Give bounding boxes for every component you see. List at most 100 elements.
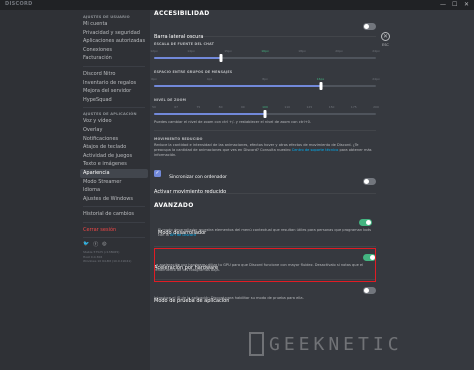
- slider-tick-label[interactable]: 14px: [187, 49, 195, 53]
- sidebar-item-text-images[interactable]: Texto e imágenes: [80, 160, 148, 169]
- slider-tick-label[interactable]: 110: [284, 105, 290, 109]
- maximize-button[interactable]: ☐: [452, 1, 457, 8]
- sidebar-divider: [83, 107, 145, 109]
- sidebar-divider: [83, 237, 145, 239]
- slider-tick-label[interactable]: 75: [196, 105, 200, 109]
- sidebar-item-privacy[interactable]: Privacidad y seguridad: [80, 29, 148, 38]
- slider-thumb[interactable]: [263, 110, 267, 118]
- sidebar-item-my-account[interactable]: Mi cuenta: [80, 20, 148, 29]
- toggle-knob: [364, 179, 369, 184]
- slider-thumb[interactable]: [319, 82, 322, 90]
- slider-tick-label[interactable]: 24px: [372, 49, 380, 53]
- title-bar: DISCORD — ☐ ✕: [0, 0, 474, 10]
- twitter-icon[interactable]: 🐦: [83, 241, 89, 248]
- slider-fill: [154, 85, 321, 87]
- slider-fill: [154, 57, 221, 59]
- accessibility-heading: ACCESIBILIDAD: [154, 10, 210, 17]
- sidebar-divider: [83, 206, 145, 208]
- slider-tick-label[interactable]: 100: [262, 105, 268, 109]
- reduced-motion-description: Reduce la cantidad e intensidad de las a…: [154, 143, 376, 158]
- version-info: Stable 57525 (c138065) Host 0.0.306 Wind…: [80, 250, 148, 263]
- dev-mode-toggle[interactable]: [359, 219, 372, 226]
- slider-tick-label[interactable]: 16px: [317, 77, 325, 81]
- chat-font-slider[interactable]: 12px 14px 15px 16px 18px 20px 24px: [150, 49, 380, 63]
- slider-tick-label[interactable]: 20px: [335, 49, 343, 53]
- reduced-motion-toggle[interactable]: [363, 178, 376, 185]
- settings-content: ACCESIBILIDAD Barra lateral oscura ESCAL…: [150, 10, 474, 370]
- zoom-slider[interactable]: 50 67 75 80 90 100 110 125 150 175 200: [152, 105, 379, 119]
- slider-tick-label[interactable]: 12px: [150, 49, 158, 53]
- sync-computer-checkbox[interactable]: ✓: [154, 170, 161, 177]
- sidebar-item-overlay[interactable]: Overlay: [80, 126, 148, 135]
- sidebar-divider: [83, 65, 145, 67]
- slider-tick-label[interactable]: 80: [219, 105, 223, 109]
- watermark: GEEKNETIC: [249, 331, 469, 357]
- app-brand: DISCORD: [5, 1, 33, 7]
- watermark-text: GEEKNETIC: [269, 333, 403, 355]
- sidebar-item-gift-inventory[interactable]: Inventario de regalos: [80, 79, 148, 88]
- slider-tick-label[interactable]: 8px: [262, 77, 268, 81]
- slider-tick-label[interactable]: 150: [329, 105, 335, 109]
- slider-ticks: 12px 14px 15px 16px 18px 20px 24px: [150, 49, 380, 54]
- slider-tick-label[interactable]: 125: [307, 105, 313, 109]
- divider: [154, 246, 376, 247]
- group-spacing-label: ESPACIO ENTRE GRUPOS DE MENSAJES: [154, 70, 233, 74]
- minimize-button[interactable]: —: [440, 1, 446, 8]
- dark-sidebar-toggle[interactable]: [363, 23, 376, 30]
- sidebar-item-keybinds[interactable]: Atajos de teclado: [80, 143, 148, 152]
- zoom-hint: Puedes cambiar el nivel de zoom con ctrl…: [154, 120, 312, 124]
- sidebar-item-windows-settings[interactable]: Ajustes de Windows: [80, 195, 148, 204]
- settings-sidebar: AJUSTES DE USUARIO Mi cuenta Privacidad …: [0, 10, 150, 370]
- support-center-link[interactable]: Centro de soporte técnico: [292, 148, 339, 152]
- esc-label: ESC: [382, 43, 389, 47]
- close-window-button[interactable]: ✕: [464, 1, 469, 8]
- slider-tick-label[interactable]: 90: [241, 105, 245, 109]
- app-test-toggle[interactable]: [363, 287, 376, 294]
- sidebar-item-changelog[interactable]: Historial de cambios: [80, 210, 148, 219]
- sidebar-item-streamer-mode[interactable]: Modo Streamer: [80, 178, 148, 187]
- slider-tick-label[interactable]: 67: [174, 105, 178, 109]
- sidebar-divider: [83, 221, 145, 223]
- slider-tick-label[interactable]: 15px: [224, 49, 232, 53]
- sidebar-item-voice-video[interactable]: Voz y vídeo: [80, 117, 148, 126]
- toggle-knob: [366, 220, 371, 225]
- slider-track[interactable]: [154, 57, 376, 59]
- slider-tick-label[interactable]: 18px: [298, 49, 306, 53]
- slider-tick-label[interactable]: 0px: [151, 77, 157, 81]
- sidebar-item-nitro[interactable]: Discord Nitro: [80, 70, 148, 79]
- toggle-knob: [364, 24, 369, 29]
- slider-tick-label[interactable]: 24px: [372, 77, 380, 81]
- slider-thumb[interactable]: [219, 54, 223, 62]
- logout-button[interactable]: Cerrar sesión: [80, 226, 148, 235]
- divider: [154, 130, 376, 131]
- chat-font-label: ESCALA DE FUENTE DEL CHAT: [154, 42, 215, 46]
- slider-tick-label[interactable]: 200: [373, 105, 379, 109]
- slider-tick-label[interactable]: 16px: [261, 49, 269, 53]
- version-line: Windows 10 64-Bit (10.0.19041): [83, 258, 132, 263]
- sidebar-item-language[interactable]: Idioma: [80, 186, 148, 195]
- sidebar-item-connections[interactable]: Conexiones: [80, 46, 148, 55]
- slider-tick-label[interactable]: 4px: [207, 77, 213, 81]
- facebook-icon[interactable]: ⓕ: [93, 241, 98, 248]
- group-spacing-slider[interactable]: 0px 4px 8px 16px 24px: [151, 77, 380, 91]
- slider-fill: [154, 113, 265, 115]
- zoom-label: NIVEL DE ZOOM: [154, 98, 187, 102]
- sync-computer-row: ✓ Sincronizar con ordenador: [154, 163, 376, 180]
- reduced-motion-toggle-label: Activar movimiento reducido: [154, 189, 227, 195]
- slider-track[interactable]: [154, 85, 376, 87]
- sidebar-item-notifications[interactable]: Notificaciones: [80, 135, 148, 144]
- instagram-icon[interactable]: ◎: [102, 241, 106, 248]
- slider-tick-label[interactable]: 50: [152, 105, 156, 109]
- toggle-knob: [364, 288, 369, 293]
- sidebar-item-billing[interactable]: Facturación: [80, 54, 148, 63]
- sidebar-item-appearance[interactable]: Apariencia: [80, 168, 148, 178]
- watermark-logo-icon: [249, 332, 264, 356]
- slider-tick-label[interactable]: 175: [351, 105, 357, 109]
- close-settings-button[interactable]: ✕: [381, 32, 390, 41]
- sidebar-item-hypesquad[interactable]: HypeSquad: [80, 96, 148, 105]
- dark-sidebar-label: Barra lateral oscura: [154, 34, 204, 40]
- sidebar-item-server-boost[interactable]: Mejora del servidor: [80, 87, 148, 96]
- advanced-heading: AVANZADO: [154, 202, 194, 209]
- sidebar-item-game-activity[interactable]: Actividad de juegos: [80, 152, 148, 161]
- sidebar-item-authorized-apps[interactable]: Aplicaciones autorizadas: [80, 37, 148, 46]
